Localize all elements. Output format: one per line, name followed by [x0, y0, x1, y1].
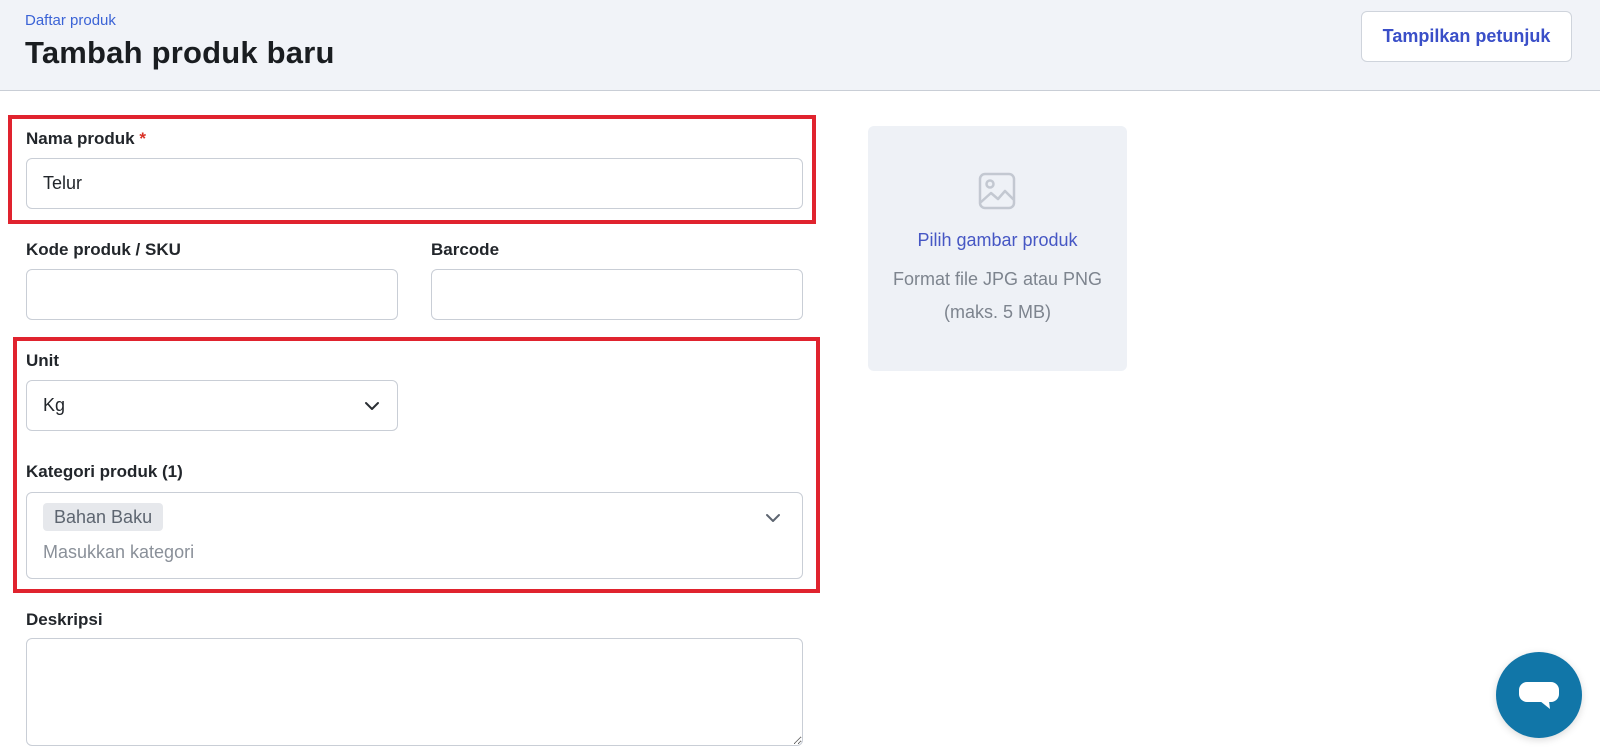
barcode-label: Barcode: [431, 240, 500, 259]
chevron-down-icon[interactable]: [764, 509, 782, 527]
category-search-placeholder[interactable]: Masukkan kategori: [43, 542, 194, 563]
description-label: Deskripsi: [26, 610, 103, 629]
unit-select[interactable]: Kg: [26, 380, 398, 431]
show-guide-button[interactable]: Tampilkan petunjuk: [1361, 11, 1572, 62]
upload-image-link[interactable]: Pilih gambar produk: [868, 230, 1127, 251]
product-name-label: Nama produk *: [26, 129, 146, 149]
page-header: Daftar produk Tambah produk baru Tampilk…: [0, 0, 1600, 91]
chat-bubble-icon: [1519, 682, 1559, 709]
product-name-input[interactable]: [26, 158, 803, 209]
description-textarea[interactable]: [26, 638, 803, 746]
upload-format-hint: Format file JPG atau PNG (maks. 5 MB): [892, 269, 1103, 322]
barcode-input[interactable]: [431, 269, 803, 320]
unit-selected-value: Kg: [43, 395, 66, 415]
product-image-upload[interactable]: Pilih gambar produk Format file JPG atau…: [868, 126, 1127, 371]
category-multiselect[interactable]: Bahan Baku Masukkan kategori: [26, 492, 803, 579]
sku-input[interactable]: [26, 269, 398, 320]
category-chip[interactable]: Bahan Baku: [43, 503, 164, 531]
breadcrumb-product-list[interactable]: Daftar produk: [25, 12, 116, 29]
product-name-label-text: Nama produk: [26, 129, 135, 148]
page-title: Tambah produk baru: [25, 35, 335, 70]
sku-label: Kode produk / SKU: [26, 240, 181, 259]
chat-button[interactable]: [1496, 652, 1582, 738]
chevron-down-icon: [365, 401, 379, 410]
unit-label: Unit: [26, 351, 60, 370]
category-label: Kategori produk (1): [26, 462, 183, 481]
image-icon: [978, 172, 1016, 210]
required-mark: *: [139, 129, 146, 148]
